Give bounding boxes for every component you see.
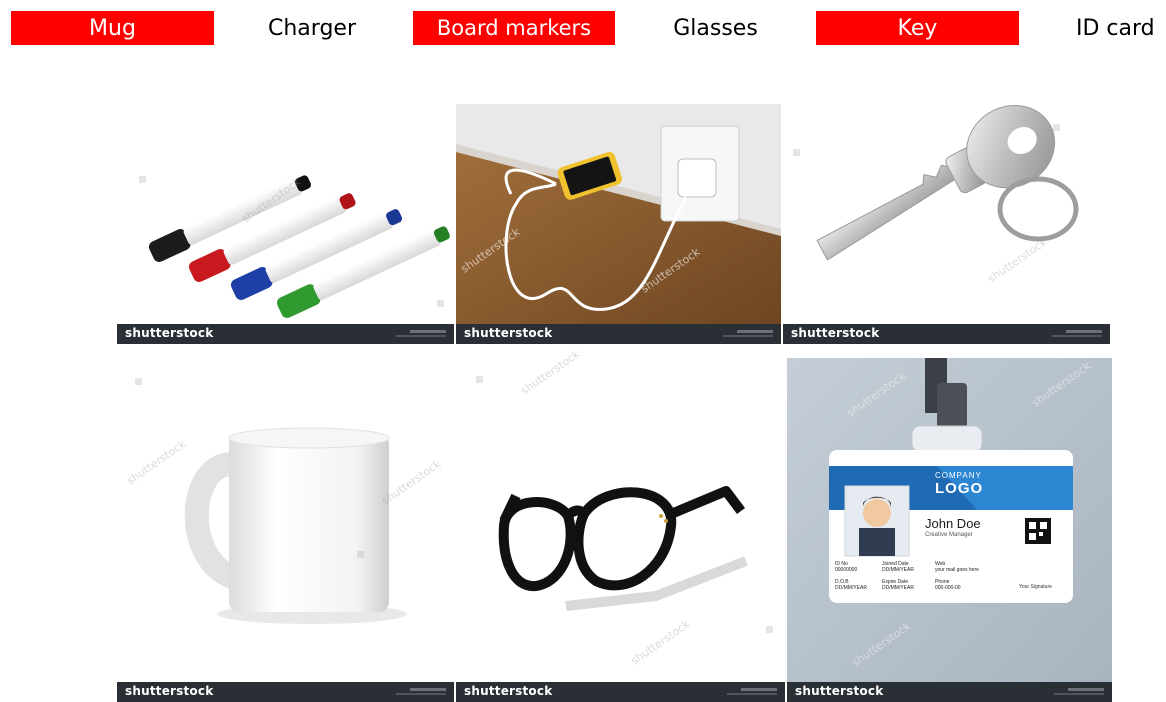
logo-text: LOGO xyxy=(935,480,984,497)
charger-image xyxy=(456,104,781,344)
label-key: Key xyxy=(816,11,1019,45)
tile-glasses: shutterstock shutterstock shutterstock xyxy=(456,346,785,702)
web-field: Web your mail goes here xyxy=(935,561,979,573)
brand-bar: shutterstock xyxy=(456,682,785,702)
image-url-text xyxy=(1054,693,1104,695)
signature-text: Your Signature xyxy=(1019,584,1052,590)
expire-date-field: Expire Date DD/MM/YEAR xyxy=(882,579,914,591)
brand-logo: shutterstock xyxy=(795,684,884,698)
card-holder-tab xyxy=(911,425,983,453)
image-id-text xyxy=(741,688,777,691)
label-board-markers: Board markers xyxy=(413,11,615,45)
key-image xyxy=(816,104,1079,261)
wall-outlet xyxy=(660,125,740,222)
joined-date-field: Joined Date DD/MM/YEAR xyxy=(882,561,914,573)
phone-field: Phone 000-000-00 xyxy=(935,579,961,591)
image-id-text xyxy=(1068,688,1104,691)
watermark-mark xyxy=(437,300,444,307)
tile-id-card: COMPANY LOGO John Doe Creative Manager I… xyxy=(787,358,1112,702)
brand-logo: shutterstock xyxy=(791,326,880,340)
tile-board-markers: shutterstock shutterstock xyxy=(117,104,454,344)
id-no-field: ID No 00000000 xyxy=(835,561,858,573)
brand-bar: shutterstock xyxy=(117,682,454,702)
image-url-text xyxy=(723,335,773,337)
brand-logo: shutterstock xyxy=(464,684,553,698)
label-glasses: Glasses xyxy=(673,15,758,41)
image-id-text xyxy=(1066,330,1102,333)
image-url-text xyxy=(1052,335,1102,337)
brand-logo: shutterstock xyxy=(464,326,553,340)
watermark-mark xyxy=(793,149,800,156)
dob-field: D.O.B DD/MM/YEAR xyxy=(835,579,867,591)
image-id-text xyxy=(410,330,446,333)
label-charger: Charger xyxy=(268,15,356,41)
brand-bar: shutterstock xyxy=(783,324,1110,344)
brand-logo: shutterstock xyxy=(125,684,214,698)
brand-bar: shutterstock xyxy=(787,682,1112,702)
board-markers-image xyxy=(148,175,450,318)
image-url-text xyxy=(396,693,446,695)
tile-mug: shutterstock shutterstock shutterstock xyxy=(117,346,454,702)
watermark-mark xyxy=(139,176,146,183)
mug-image xyxy=(184,427,407,624)
watermark-mark xyxy=(357,551,364,558)
tile-key: shutterstock shutterstock xyxy=(783,104,1110,344)
person-name: John Doe xyxy=(925,516,981,531)
qr-code xyxy=(1025,518,1051,544)
glasses-image xyxy=(498,486,748,611)
brand-bar: shutterstock xyxy=(456,324,781,344)
company-text: COMPANY xyxy=(935,471,982,480)
label-mug: Mug xyxy=(11,11,214,45)
tile-charger: shutterstock shutterstock shutterstock xyxy=(456,104,781,344)
image-id-text xyxy=(737,330,773,333)
brand-bar: shutterstock xyxy=(117,324,454,344)
lanyard-clip xyxy=(937,383,967,428)
label-id-card: ID card xyxy=(1076,15,1155,41)
watermark-mark xyxy=(476,376,483,383)
key xyxy=(816,104,1056,261)
image-url-text xyxy=(727,693,777,695)
watermark-mark xyxy=(135,378,142,385)
person-role: Creative Manager xyxy=(925,532,973,538)
watermark-mark xyxy=(766,626,773,633)
image-id-text xyxy=(410,688,446,691)
watermark-mark xyxy=(1053,124,1060,131)
brand-logo: shutterstock xyxy=(125,326,214,340)
image-url-text xyxy=(396,335,446,337)
